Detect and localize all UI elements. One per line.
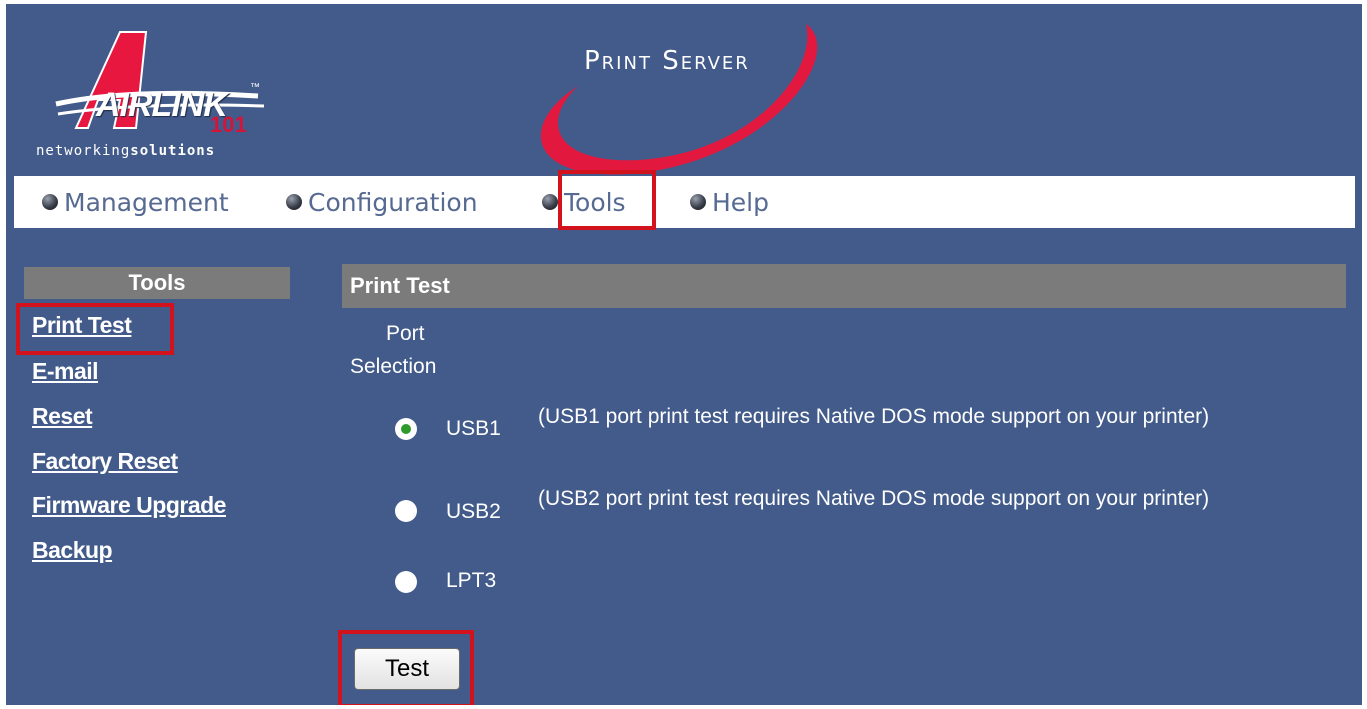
radio-lpt3[interactable] (395, 571, 417, 593)
sphere-bullet-icon (42, 194, 58, 210)
tagline: networkingsolutions (36, 143, 215, 159)
tagline-bold: solutions (130, 143, 216, 159)
sphere-bullet-icon (690, 194, 706, 210)
sidebar-link-firmware-upgrade[interactable]: Firmware Upgrade (32, 492, 226, 519)
port-desc-usb1: (USB1 port print test requires Native DO… (538, 405, 1210, 428)
sidebar-link-reset[interactable]: Reset (32, 403, 93, 430)
logo-trademark: ™ (250, 82, 260, 93)
port-selection-label-line1: Port (386, 322, 425, 345)
port-label-usb1: USB1 (446, 417, 501, 440)
panel-title: Print Test (342, 264, 1346, 308)
sphere-bullet-icon (286, 194, 302, 210)
nav-management[interactable]: Management (42, 176, 229, 228)
nav-tools-label: Tools (564, 187, 626, 217)
sidebar-title: Tools (24, 267, 290, 299)
nav-help-label: Help (712, 187, 769, 217)
nav-configuration-label: Configuration (308, 187, 478, 217)
test-button[interactable]: Test (354, 648, 460, 690)
product-title: Print Server (584, 46, 750, 76)
nav-help[interactable]: Help (690, 176, 769, 228)
nav-management-label: Management (64, 187, 229, 217)
sidebar-link-backup[interactable]: Backup (32, 537, 113, 564)
sidebar-link-email[interactable]: E-mail (32, 358, 99, 385)
swoosh-icon (540, 24, 818, 175)
sidebar-link-factory-reset[interactable]: Factory Reset (32, 448, 178, 475)
radio-usb2[interactable] (395, 500, 417, 522)
nav-tools[interactable]: Tools (542, 176, 626, 228)
tagline-light: networking (36, 143, 131, 159)
port-label-lpt3: LPT3 (446, 569, 497, 592)
port-selection-label-line2: Selection (350, 355, 437, 378)
nav-configuration[interactable]: Configuration (286, 176, 478, 228)
sidebar-link-print-test[interactable]: Print Test (32, 312, 132, 339)
page-frame: AIRLINK ™ 101 networkingsolutions Print … (6, 4, 1362, 705)
port-label-usb2: USB2 (446, 500, 501, 523)
port-desc-usb2: (USB2 port print test requires Native DO… (538, 487, 1210, 510)
radio-usb1[interactable] (395, 418, 417, 440)
header: AIRLINK ™ 101 networkingsolutions Print … (6, 4, 1362, 175)
top-nav: Management Configuration Tools Help (14, 176, 1355, 228)
logo-number: 101 (210, 112, 247, 137)
logo-text: AIRLINK (96, 86, 228, 124)
sphere-bullet-icon (542, 194, 558, 210)
radio-selected-dot (401, 424, 411, 434)
